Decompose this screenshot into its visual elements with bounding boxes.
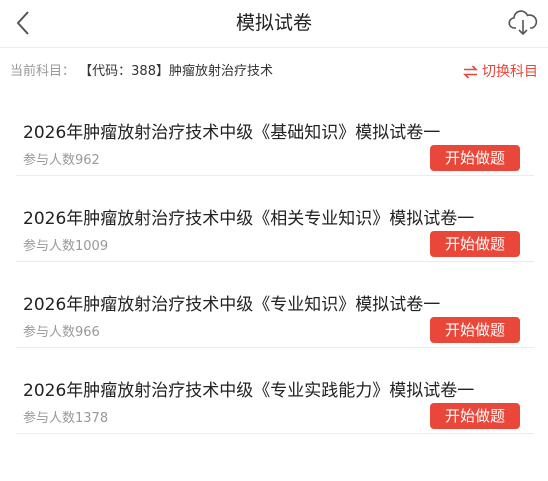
paper-item: 2026年肿瘤放射治疗技术中级《相关专业知识》模拟试卷一 参与人数1009 开始… (16, 176, 534, 262)
start-exam-button[interactable]: 开始做题 (430, 317, 520, 343)
switch-subject-button[interactable]: 切换科目 (463, 48, 538, 96)
participant-count: 参与人数966 (23, 325, 100, 340)
paper-title[interactable]: 2026年肿瘤放射治疗技术中级《专业实践能力》模拟试卷一 (23, 376, 474, 401)
paper-title[interactable]: 2026年肿瘤放射治疗技术中级《相关专业知识》模拟试卷一 (23, 204, 474, 229)
paper-list: 2026年肿瘤放射治疗技术中级《基础知识》模拟试卷一 参与人数962 开始做题 … (0, 90, 548, 434)
paper-item: 2026年肿瘤放射治疗技术中级《专业实践能力》模拟试卷一 参与人数1378 开始… (16, 348, 534, 434)
swap-arrows-icon (463, 65, 478, 79)
start-exam-button[interactable]: 开始做题 (430, 145, 520, 171)
paper-title[interactable]: 2026年肿瘤放射治疗技术中级《专业知识》模拟试卷一 (23, 290, 440, 315)
participant-count: 参与人数1009 (23, 239, 109, 254)
paper-item: 2026年肿瘤放射治疗技术中级《基础知识》模拟试卷一 参与人数962 开始做题 (16, 90, 534, 176)
current-subject-bar: 当前科目： 【代码：388】肿瘤放射治疗技术 切换科目 (0, 48, 548, 88)
cloud-download-icon (508, 10, 538, 36)
download-button[interactable] (506, 6, 540, 40)
page-title: 模拟试卷 (235, 12, 312, 34)
participant-count: 参与人数962 (23, 153, 100, 168)
start-exam-button[interactable]: 开始做题 (430, 403, 520, 429)
subject-name: 【代码：388】肿瘤放射治疗技术 (79, 64, 273, 79)
participant-count: 参与人数1378 (23, 411, 109, 426)
start-exam-button[interactable]: 开始做题 (430, 231, 520, 257)
subject-prefix: 当前科目： (10, 64, 76, 79)
paper-title[interactable]: 2026年肿瘤放射治疗技术中级《基础知识》模拟试卷一 (23, 118, 440, 143)
paper-item: 2026年肿瘤放射治疗技术中级《专业知识》模拟试卷一 参与人数966 开始做题 (16, 262, 534, 348)
top-bar: 模拟试卷 (0, 0, 548, 48)
switch-subject-label: 切换科目 (482, 64, 538, 80)
